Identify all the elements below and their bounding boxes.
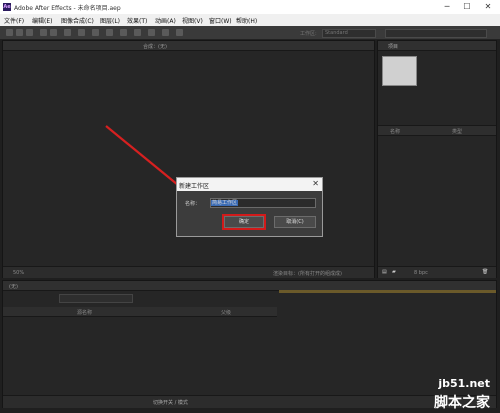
pen-tool-icon[interactable] xyxy=(92,29,99,36)
workspace-label: 工作区: xyxy=(300,31,317,37)
timeline-panel: (无) 源名称 父级 切换开关 / 模式 xyxy=(2,280,497,408)
timeline-search-input[interactable] xyxy=(59,294,133,303)
dialog-title: 新建工作区 xyxy=(179,183,210,190)
column-name-header[interactable]: 名称 xyxy=(390,128,400,135)
clone-tool-icon[interactable] xyxy=(134,29,141,36)
dialog-body: 名称： 简易工作区 确定 取消(C) xyxy=(177,191,322,236)
menu-help[interactable]: 帮助(H) xyxy=(236,16,257,25)
window-title: Adobe After Effects - 未命名项目.aep xyxy=(14,5,121,12)
hand-tool-icon[interactable] xyxy=(16,29,23,36)
after-effects-app-icon: Ae xyxy=(3,3,11,11)
text-tool-icon[interactable] xyxy=(106,29,113,36)
minimize-button[interactable]: ─ xyxy=(438,2,456,12)
composition-tab[interactable]: 合成：(无) xyxy=(143,43,167,50)
timeline-tab[interactable]: (无) xyxy=(9,283,18,290)
project-thumbnail xyxy=(382,56,417,86)
ok-button[interactable]: 确定 xyxy=(224,216,264,228)
parent-header[interactable]: 父级 xyxy=(221,309,231,316)
search-help-input[interactable] xyxy=(385,29,487,38)
menu-effect[interactable]: 效果(T) xyxy=(127,16,147,25)
composition-panel: 合成：(无) 50% 渲染目标：(所有打开的组成成) xyxy=(2,40,375,278)
toggle-switches-modes-button[interactable]: 切换开关 / 模式 xyxy=(153,399,188,406)
menu-bar: 文件(F) 编辑(E) 图像合成(C) 图层(L) 效果(T) 动画(A) 视图… xyxy=(0,14,500,26)
maximize-button[interactable]: ☐ xyxy=(458,2,476,12)
selection-tool-icon[interactable] xyxy=(6,29,13,36)
dialog-close-icon[interactable]: ✕ xyxy=(312,179,319,188)
timeline-footer: 切换开关 / 模式 xyxy=(3,395,496,408)
project-tabstrip: 项目 xyxy=(378,41,496,51)
composition-footer: 50% 渲染目标：(所有打开的组成成) xyxy=(3,266,374,278)
project-panel: 项目 名称 类型 ▤ ▰ 8 bpc 🗑 xyxy=(377,40,497,278)
workspace-name-input[interactable]: 简易工作区 xyxy=(210,198,316,208)
zoom-tool-icon[interactable] xyxy=(26,29,33,36)
project-footer: ▤ ▰ 8 bpc 🗑 xyxy=(378,266,496,278)
tools-toolbar: 工作区: Standard xyxy=(0,26,500,40)
delete-icon[interactable]: 🗑 xyxy=(482,269,488,275)
new-folder-icon[interactable]: ▰ xyxy=(392,269,396,275)
menu-edit[interactable]: 编辑(E) xyxy=(32,16,52,25)
menu-file[interactable]: 文件(F) xyxy=(4,16,24,25)
name-label: 名称： xyxy=(185,201,201,207)
cancel-button[interactable]: 取消(C) xyxy=(274,216,316,228)
rotate-tool-icon[interactable] xyxy=(40,29,47,36)
eraser-tool-icon[interactable] xyxy=(148,29,155,36)
brush-tool-icon[interactable] xyxy=(120,29,127,36)
render-status: 渲染目标：(所有打开的组成成) xyxy=(273,271,342,277)
composition-tabstrip: 合成：(无) xyxy=(3,41,374,51)
puppet-tool-icon[interactable] xyxy=(176,29,183,36)
workspace-select[interactable]: Standard xyxy=(322,29,376,38)
menu-view[interactable]: 视图(V) xyxy=(182,16,203,25)
title-bar: Ae Adobe After Effects - 未命名项目.aep ─ ☐ ✕ xyxy=(0,0,500,14)
menu-layer[interactable]: 图层(L) xyxy=(100,16,120,25)
workspace-name-value: 简易工作区 xyxy=(211,200,239,206)
roto-brush-tool-icon[interactable] xyxy=(162,29,169,36)
column-type-header[interactable]: 类型 xyxy=(452,128,462,135)
bit-depth-button[interactable]: 8 bpc xyxy=(414,270,428,276)
close-window-button[interactable]: ✕ xyxy=(479,2,497,12)
menu-animation[interactable]: 动画(A) xyxy=(155,16,176,25)
interpret-footage-icon[interactable]: ▤ xyxy=(382,269,387,275)
camera-tool-icon[interactable] xyxy=(50,29,57,36)
layer-column-header: 源名称 父级 xyxy=(3,307,277,317)
zoom-select[interactable]: 50% xyxy=(13,270,24,276)
source-name-header[interactable]: 源名称 xyxy=(77,309,92,316)
watermark-url: jb51.net xyxy=(438,377,490,390)
work-area-bar[interactable] xyxy=(279,290,496,293)
pan-behind-tool-icon[interactable] xyxy=(64,29,71,36)
project-tab[interactable]: 项目 xyxy=(388,43,398,50)
mask-tool-icon[interactable] xyxy=(78,29,85,36)
menu-window[interactable]: 窗口(W) xyxy=(209,16,232,25)
menu-composition[interactable]: 图像合成(C) xyxy=(61,16,94,25)
project-column-header: 名称 类型 xyxy=(378,125,496,136)
watermark-site-name: 脚本之家 xyxy=(434,395,490,411)
new-workspace-dialog: 新建工作区 ✕ 名称： 简易工作区 确定 取消(C) xyxy=(176,177,323,237)
